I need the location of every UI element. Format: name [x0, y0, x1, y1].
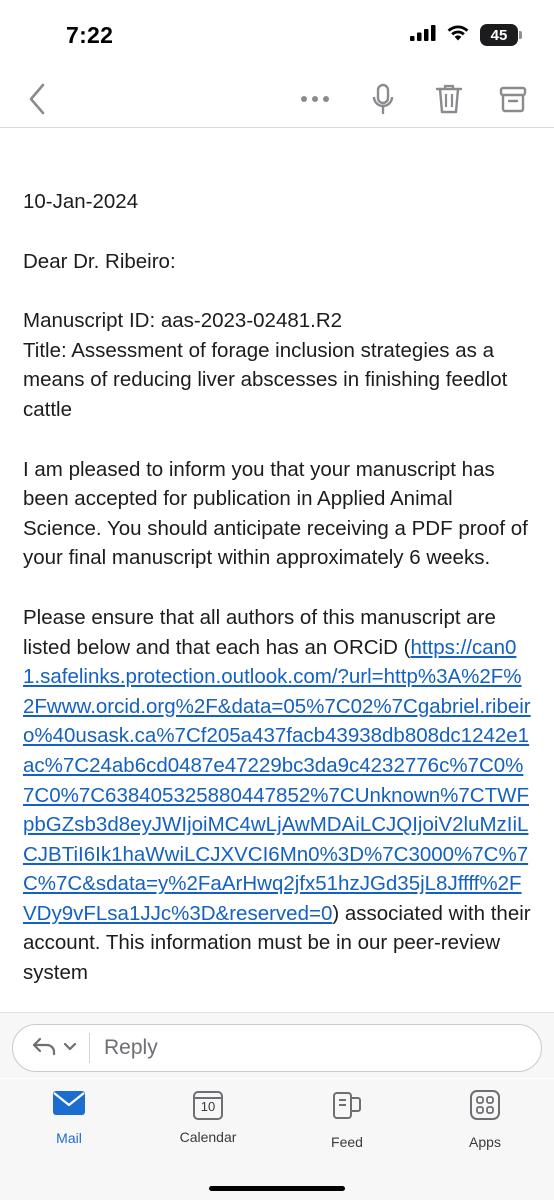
- tab-bar: Mail 10 Calendar Feed Apps: [0, 1079, 554, 1200]
- trash-icon[interactable]: [432, 78, 466, 120]
- reply-input[interactable]: Reply: [12, 1024, 542, 1072]
- manuscript-id: Manuscript ID: aas-2023-02481.R2: [23, 309, 343, 333]
- calendar-icon: 10: [192, 1089, 224, 1121]
- reply-options-button[interactable]: [13, 1033, 90, 1063]
- mail-icon: [52, 1089, 86, 1122]
- orcid-paragraph: Please ensure that all authors of this m…: [23, 603, 531, 988]
- acceptance-paragraph: I am pleased to inform you that your man…: [23, 457, 528, 570]
- manuscript-info: Manuscript ID: aas-2023-02481.R2 Title: …: [23, 306, 531, 424]
- microphone-icon[interactable]: [368, 78, 398, 120]
- archive-icon[interactable]: [496, 78, 530, 120]
- status-indicators: 45: [410, 24, 522, 46]
- home-indicator[interactable]: [209, 1186, 345, 1191]
- tab-feed[interactable]: Feed: [297, 1089, 397, 1150]
- message-toolbar: [0, 70, 554, 128]
- chevron-down-icon: [63, 1039, 77, 1057]
- apps-icon: [469, 1089, 501, 1126]
- manuscript-title: Title: Assessment of forage inclusion st…: [23, 338, 508, 421]
- status-bar: 7:22 45: [0, 0, 554, 68]
- calendar-date-badge: 10: [200, 1099, 216, 1114]
- wifi-icon: [446, 24, 470, 46]
- email-greeting: Dear Dr. Ribeiro:: [23, 249, 176, 273]
- more-icon[interactable]: [298, 78, 332, 120]
- tab-calendar-label: Calendar: [179, 1129, 237, 1145]
- tab-feed-label: Feed: [331, 1134, 363, 1150]
- tab-apps-label: Apps: [469, 1134, 501, 1150]
- cellular-signal-icon: [410, 24, 436, 46]
- tab-calendar[interactable]: 10 Calendar: [158, 1089, 258, 1145]
- email-body: 10-Jan-2024 Dear Dr. Ribeiro: Manuscript…: [0, 130, 554, 1012]
- tab-apps[interactable]: Apps: [435, 1089, 535, 1150]
- battery-icon: 45: [480, 24, 522, 46]
- orcid-link[interactable]: https://can01.safelinks.protection.outlo…: [23, 636, 531, 925]
- feed-icon: [331, 1089, 363, 1126]
- tab-mail-label: Mail: [56, 1130, 82, 1146]
- reply-arrow-icon: [31, 1036, 57, 1061]
- email-date: 10-Jan-2024: [23, 190, 139, 213]
- reply-placeholder: Reply: [104, 1036, 158, 1059]
- back-chevron-icon[interactable]: [22, 78, 52, 120]
- reply-bar: Reply: [0, 1012, 554, 1078]
- status-time: 7:22: [66, 22, 114, 48]
- tab-mail[interactable]: Mail: [19, 1089, 119, 1146]
